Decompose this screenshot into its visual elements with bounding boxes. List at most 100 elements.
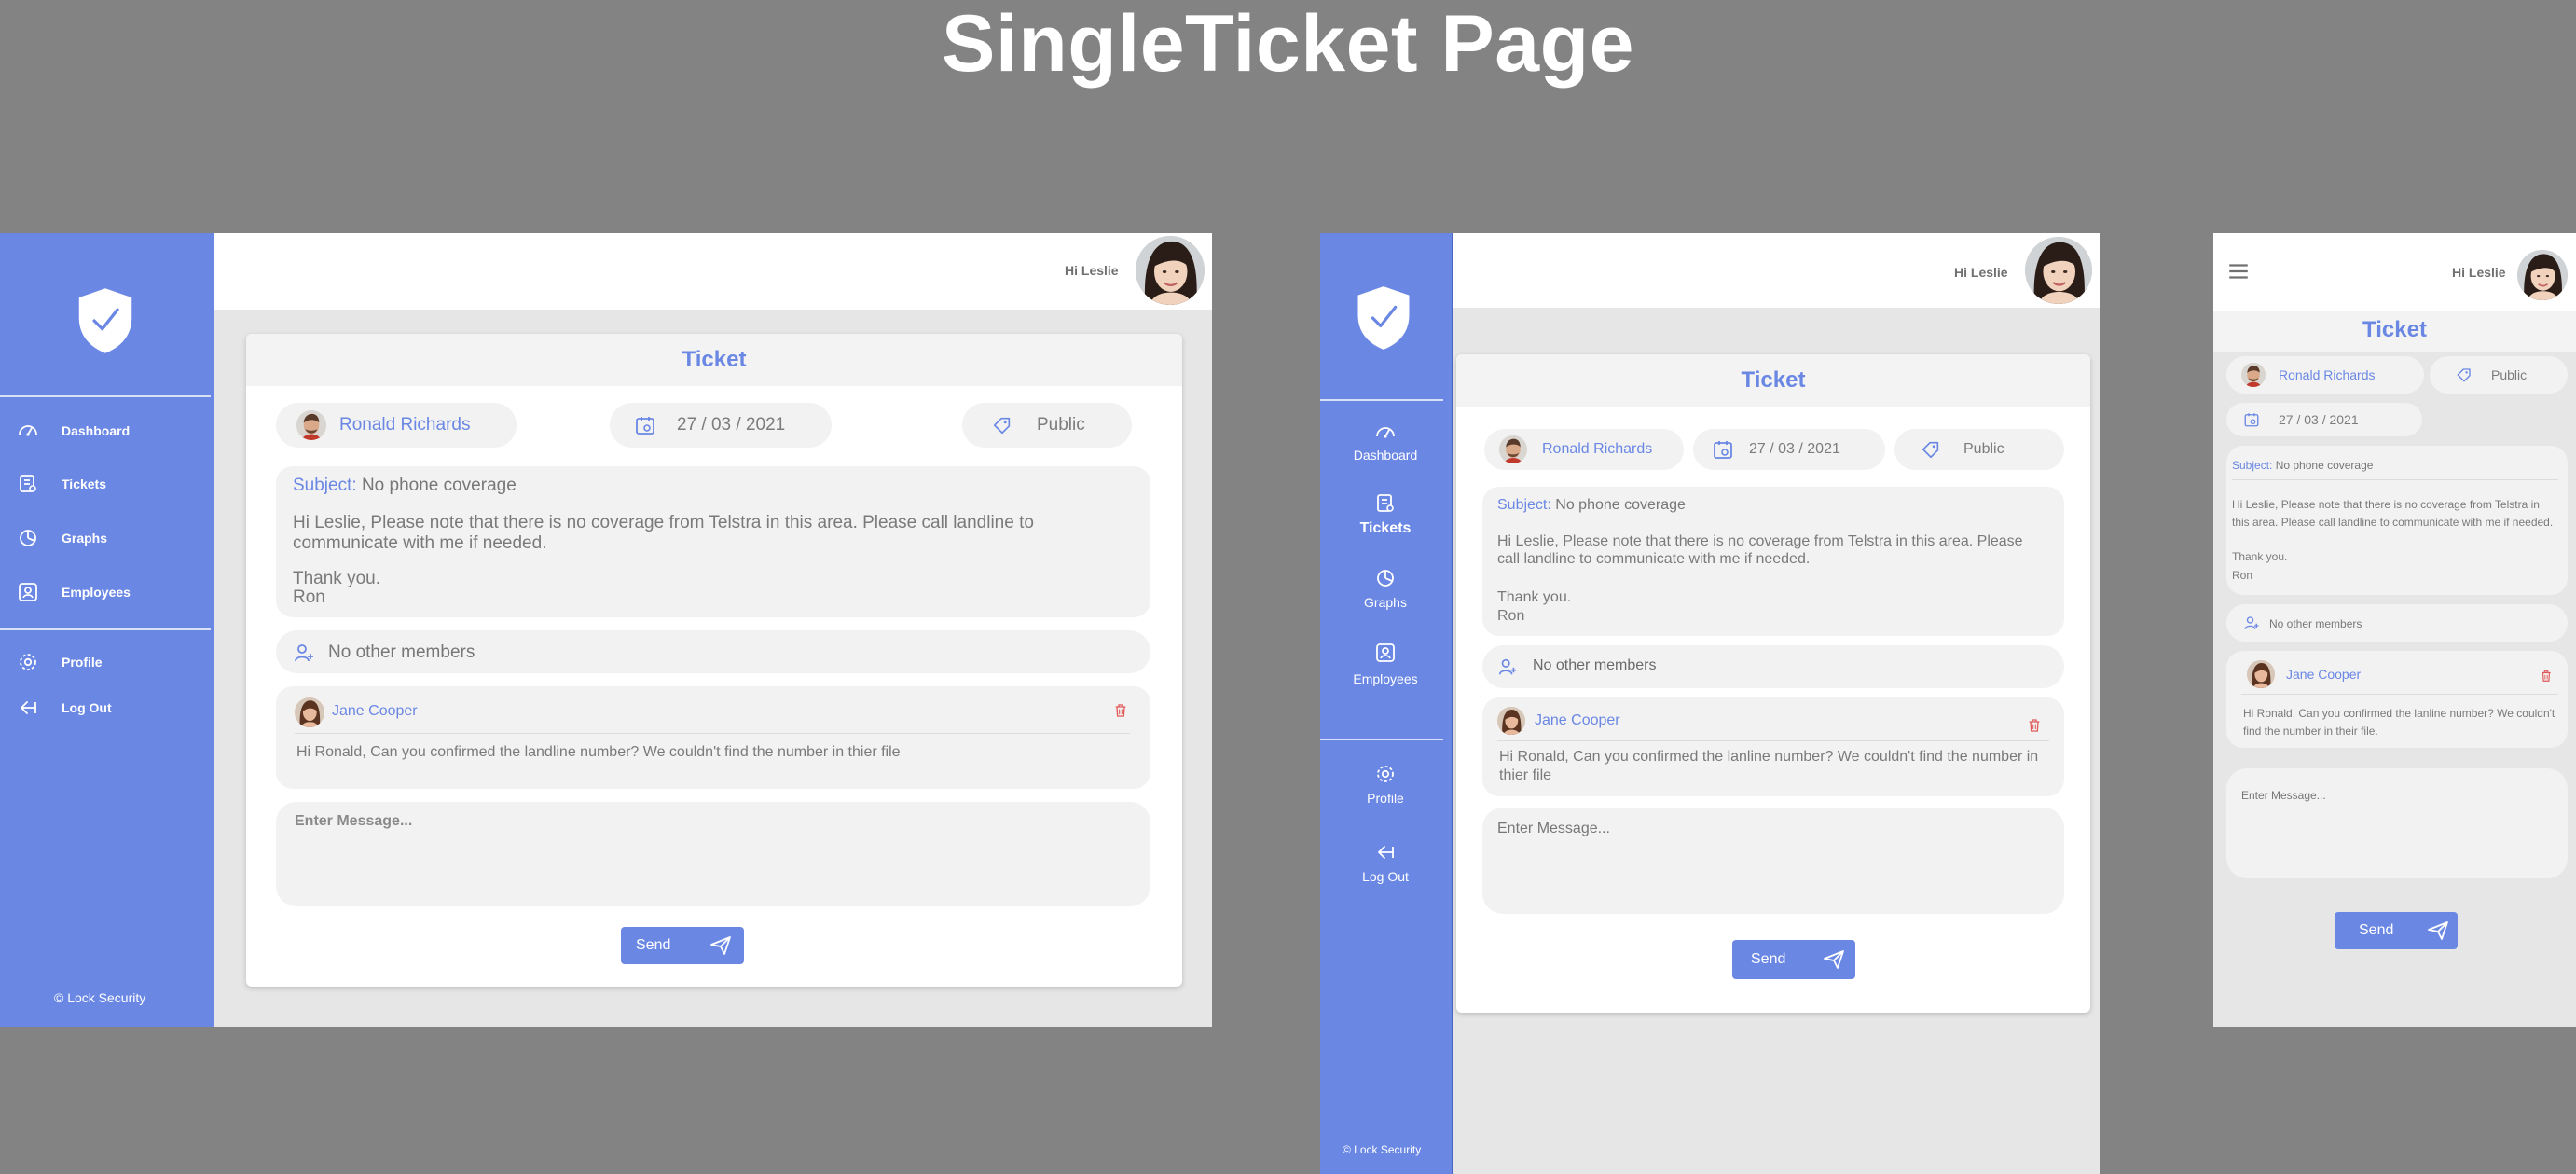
comment-divider — [295, 733, 1130, 734]
avatar[interactable] — [2517, 250, 2568, 300]
greeting: Hi Leslie — [2452, 265, 2506, 280]
ticket-date: 27 / 03 / 2021 — [677, 415, 786, 435]
sidebar-item-label: Dashboard — [1353, 448, 1418, 463]
top-bar — [214, 233, 1212, 310]
add-user-icon — [1497, 656, 1518, 677]
sidebar-divider — [1320, 739, 1443, 740]
comment-divider — [1497, 740, 2049, 741]
author-pill[interactable]: Ronald Richards — [2226, 356, 2424, 394]
send-button[interactable]: Send — [621, 927, 744, 964]
sidebar-item-label: Profile — [1367, 791, 1404, 806]
tablet-frame: Dashboard Tickets Graphs Employees Profi… — [1320, 233, 2100, 1174]
sidebar-item-label: Graphs — [62, 531, 108, 546]
subject-text: No phone coverage — [2275, 459, 2374, 472]
ticket-icon — [1374, 492, 1397, 515]
send-icon — [1823, 948, 1845, 971]
ticket-date: 27 / 03 / 2021 — [2279, 412, 2359, 427]
tag-icon — [2456, 366, 2473, 383]
subject-label: Subject: — [2232, 459, 2273, 472]
sidebar-item-profile[interactable]: Profile — [17, 651, 103, 673]
sidebar-item-employees[interactable]: Employees — [17, 581, 131, 603]
author-name: Ronald Richards — [2279, 367, 2376, 382]
send-button[interactable]: Send — [1732, 940, 1855, 979]
sidebar-item-graphs[interactable]: Graphs — [1320, 567, 1451, 610]
subject-divider — [2232, 479, 2558, 480]
employees-icon — [1374, 642, 1397, 664]
sidebar-item-label: Graphs — [1364, 595, 1407, 610]
sidebar-divider — [0, 628, 211, 630]
sidebar-item-employees[interactable]: Employees — [1320, 642, 1451, 686]
ticket-heading: Ticket — [2362, 317, 2427, 342]
comment-author: Jane Cooper — [2286, 667, 2362, 682]
sidebar-divider — [0, 395, 211, 397]
greeting: Hi Leslie — [1065, 263, 1119, 278]
sidebar-item-label: Log Out — [62, 700, 112, 715]
subject-text: No phone coverage — [1555, 497, 1686, 513]
ticket-message: Hi Leslie, Please note that there is no … — [293, 513, 1034, 554]
avatar[interactable] — [2025, 237, 2092, 304]
ticket-card: Ticket Ronald Richards 27 / 03 / 2021 Pu… — [246, 334, 1182, 987]
sidebar-item-dashboard[interactable]: Dashboard — [17, 420, 130, 442]
visibility-pill[interactable]: Public — [2430, 356, 2568, 394]
add-user-icon — [2243, 615, 2260, 631]
dashboard-icon — [1374, 421, 1397, 444]
send-label: Send — [636, 937, 671, 953]
page-title: SingleTicket Page — [942, 0, 1634, 89]
sidebar-divider — [1320, 399, 1443, 401]
calendar-icon — [2243, 411, 2260, 428]
subject-label: Subject: — [293, 476, 357, 495]
graph-icon — [1374, 567, 1397, 589]
message-placeholder: Enter Message... — [1497, 821, 1610, 836]
shield-logo-icon — [75, 285, 136, 356]
gear-icon — [1374, 763, 1397, 785]
members-text: No other members — [328, 642, 475, 662]
message-input[interactable] — [2226, 768, 2568, 878]
date-pill: 27 / 03 / 2021 — [2226, 403, 2422, 436]
author-pill[interactable]: Ronald Richards — [1484, 429, 1684, 470]
sidebar-item-tickets[interactable]: Tickets — [17, 473, 106, 495]
menu-icon[interactable] — [2226, 259, 2251, 283]
sidebar: Dashboard Tickets Graphs Employees Profi… — [1320, 233, 1453, 1174]
visibility-pill[interactable]: Public — [962, 403, 1132, 448]
ticket-visibility: Public — [1037, 415, 1085, 435]
members-text: No other members — [2269, 617, 2362, 630]
gear-icon — [17, 651, 39, 673]
sidebar-item-label: Profile — [62, 655, 103, 670]
trash-icon[interactable] — [2027, 718, 2042, 733]
send-label: Send — [2359, 922, 2394, 938]
ticket-signoff: Thank you. — [1497, 589, 1572, 605]
sidebar-item-tickets[interactable]: Tickets — [1320, 492, 1451, 537]
tag-icon — [992, 415, 1012, 435]
ticket-message: Hi Leslie, Please note that there is no … — [1497, 533, 2023, 567]
avatar — [1497, 707, 1525, 735]
sidebar-item-label: Tickets — [62, 477, 106, 491]
employees-icon — [17, 581, 39, 603]
ticket-icon — [17, 473, 39, 495]
send-button[interactable]: Send — [2335, 912, 2458, 949]
ticket-signature: Ron — [1497, 608, 1525, 624]
message-placeholder: Enter Message... — [295, 813, 413, 829]
calendar-icon — [1712, 438, 1734, 461]
mobile-frame: Hi Leslie Ticket Ronald Richards Public … — [2213, 233, 2576, 1027]
author-pill[interactable]: Ronald Richards — [276, 403, 517, 448]
trash-icon[interactable] — [1113, 703, 1128, 718]
send-icon — [2427, 919, 2449, 942]
send-icon — [709, 934, 732, 957]
shield-logo-icon — [1354, 283, 1413, 352]
sidebar-item-graphs[interactable]: Graphs — [17, 527, 107, 549]
sidebar-item-label: Tickets — [1359, 520, 1412, 536]
sidebar-item-logout[interactable]: Log Out — [17, 697, 112, 719]
visibility-pill[interactable]: Public — [1894, 429, 2064, 470]
sidebar-item-logout[interactable]: Log Out — [1320, 841, 1451, 884]
calendar-icon — [634, 414, 656, 436]
sidebar-item-profile[interactable]: Profile — [1320, 763, 1451, 806]
avatar[interactable] — [1136, 236, 1205, 305]
comment-box — [276, 686, 1150, 789]
ticket-card: Ticket Ronald Richards 27 / 03 / 2021 Pu… — [1456, 354, 2090, 1013]
avatar — [296, 410, 326, 440]
sidebar-item-dashboard[interactable]: Dashboard — [1320, 421, 1451, 463]
sidebar-item-label: Dashboard — [62, 423, 131, 438]
trash-icon[interactable] — [2540, 670, 2553, 683]
comment-author: Jane Cooper — [1535, 712, 1620, 728]
greeting: Hi Leslie — [1954, 265, 2008, 280]
